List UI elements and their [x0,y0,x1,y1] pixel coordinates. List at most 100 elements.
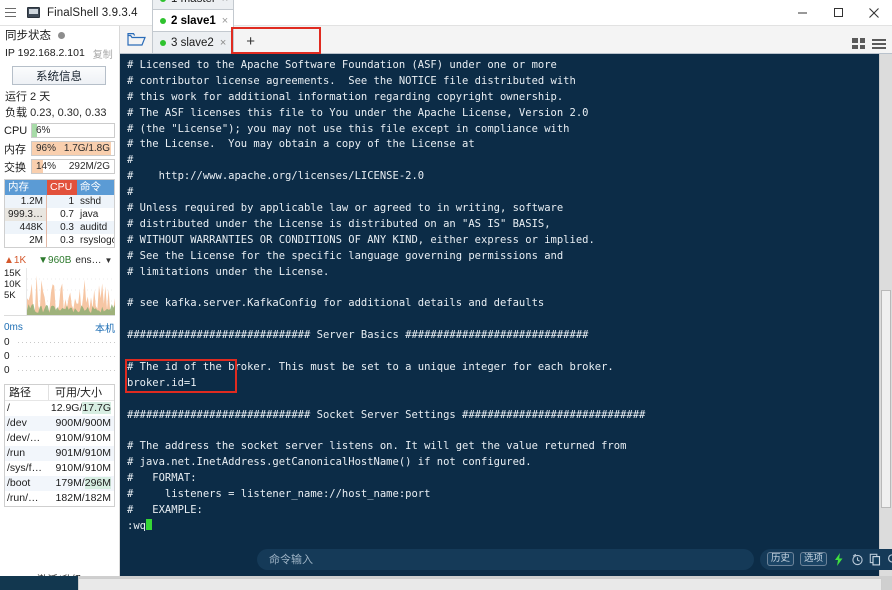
command-input[interactable]: 命令输入 [257,548,754,570]
terminal-line: # The address the socket server listens … [127,440,627,453]
disk-row[interactable]: /run/… 182M/182M [5,491,114,506]
disk-size-value: 12.9G/17.7G [49,401,114,416]
process-col-cpu[interactable]: CPU [47,180,77,195]
download-rate-value: 960B [48,254,72,266]
process-cpu-value: 0.3 [60,235,74,246]
disk-row[interactable]: /run 901M/910M [5,446,114,461]
network-y-tick: 15K [4,268,21,279]
uptime-label: 运行 2 天 [5,91,51,103]
terminal-scrollbar[interactable] [879,54,892,576]
network-summary-row: ▲ 1K ▼ 960B ens… ▼ [4,253,115,267]
process-row[interactable]: 2M 0.3 rsyslogc [5,234,114,247]
disk-path-value: /run [7,447,26,459]
resource-meters: CPU 6% 内存 96% 1.7G/1.8G 交换 14% 292M/2G [0,122,119,175]
lightning-icon[interactable] [833,552,845,566]
latency-grid-row: 0 [4,349,115,363]
meter-label: 内存 [4,143,26,156]
ip-row: IP 192.168.2.101 复制 [0,44,119,62]
close-button[interactable] [856,0,892,26]
tab-label: 3 slave2 [171,36,214,49]
disk-total-value: 182M [84,492,111,504]
terminal-cursor [145,518,152,530]
tab-bar: 1 master × 2 slave1 × 3 slave2 × + [120,0,892,54]
options-button[interactable]: 选项 [800,552,828,566]
disk-col-path[interactable]: 路径 [5,385,49,400]
process-mem-value: 1.2M [5,195,47,208]
tab-bar-actions [852,38,892,53]
copy-button[interactable]: 复制 [93,46,113,61]
tab-status-dot-icon [160,39,166,46]
process-row[interactable]: 1.2M 1 sshd [5,195,114,208]
tab-close-icon[interactable]: × [220,37,226,49]
terminal-line: # FORMAT: [127,472,197,485]
disk-row[interactable]: /sys/f… 910M/910M [5,461,114,476]
terminal-line: ############################# Socket Ser… [127,408,646,421]
tab-1-master[interactable]: 1 master × [152,0,235,9]
maximize-button[interactable] [820,0,856,26]
disk-available-value: 901M/ [55,447,85,459]
search-icon[interactable] [887,553,892,566]
terminal-line: broker.id=1 [127,376,197,389]
process-command-value: rsyslogc [80,235,114,246]
network-traffic-graph: 15K 10K 5K [4,268,115,316]
meter-bar: 96% 1.7G/1.8G [31,141,115,156]
grid-view-icon[interactable] [852,38,865,49]
disk-path-value: / [7,402,10,414]
terminal-line: # contributor license agreements. See th… [127,74,576,87]
terminal-pane[interactable]: # Licensed to the Apache Software Founda… [120,54,892,590]
disk-size-value: 910M/910M [49,431,114,446]
process-table-header: 内存 CPU 命令 [5,180,114,195]
disk-total-value: 17.7G [82,402,111,414]
tab-3-slave2[interactable]: 3 slave2 × [152,31,235,53]
terminal-line: # The id of the broker. This must be set… [127,360,614,373]
chevron-down-icon[interactable]: ▼ [105,256,113,265]
network-y-tick: 10K [4,279,21,290]
latency-grid-row: 0 [4,363,115,377]
terminal-scrollbar-thumb[interactable] [881,290,891,508]
disk-total-value: 910M [84,432,111,444]
network-graph-svg [27,275,115,315]
tab-2-slave1[interactable]: 2 slave1 × [152,9,235,31]
clock-history-icon[interactable] [851,553,863,566]
process-col-mem[interactable]: 内存 [5,180,47,195]
open-folder-icon[interactable] [120,25,152,53]
disk-row[interactable]: /boot 179M/296M [5,476,114,491]
disk-row[interactable]: /dev 900M/900M [5,416,114,431]
latency-tick: 0 [4,350,10,362]
disk-col-size[interactable]: 可用/大小 [49,385,114,400]
latency-grid-row: 0 [4,335,115,349]
latency-dotted-line [18,341,115,343]
new-tab-button[interactable]: + [240,33,261,53]
process-row[interactable]: 999.3… 0.7 java [5,208,114,221]
hamburger-icon[interactable] [2,0,18,26]
list-view-icon[interactable] [872,38,886,49]
terminal-line: # Licensed to the Apache Software Founda… [127,59,557,71]
history-button[interactable]: 历史 [767,552,795,566]
copy-paste-icon[interactable] [869,553,881,566]
terminal-line: # Unless required by applicable law or a… [127,202,564,215]
minimize-button[interactable] [784,0,820,26]
tab-close-icon[interactable]: × [222,0,228,5]
meter-label: 交换 [4,161,26,174]
tab-label: 2 slave1 [171,14,216,27]
disk-table: 路径 可用/大小 / 12.9G/17.7G/dev 900M/900M/dev/…… [4,384,115,507]
meter-bar: 6% [31,123,115,138]
process-command-value: sshd [80,196,102,207]
disk-row[interactable]: / 12.9G/17.7G [5,401,114,416]
terminal-line: # http://www.apache.org/licenses/LICENSE… [127,170,425,183]
tab-close-icon[interactable]: × [222,15,228,27]
title-bar: FinalShell 3.9.3.4 [0,0,892,26]
meter-label: CPU [4,124,28,137]
process-row[interactable]: 448K 0.3 auditd [5,221,114,234]
disk-row[interactable]: /dev/… 910M/910M [5,431,114,446]
process-col-cmd[interactable]: 命令 [77,180,114,195]
bottom-left-filler [0,576,78,590]
page-title: FinalShell 3.9.3.4 [47,6,138,19]
disk-size-value: 182M/182M [49,491,114,506]
system-info-button[interactable]: 系统信息 [12,66,106,85]
ip-address-label: IP 192.168.2.101 [5,47,85,59]
window-bottom-edge [0,576,892,590]
